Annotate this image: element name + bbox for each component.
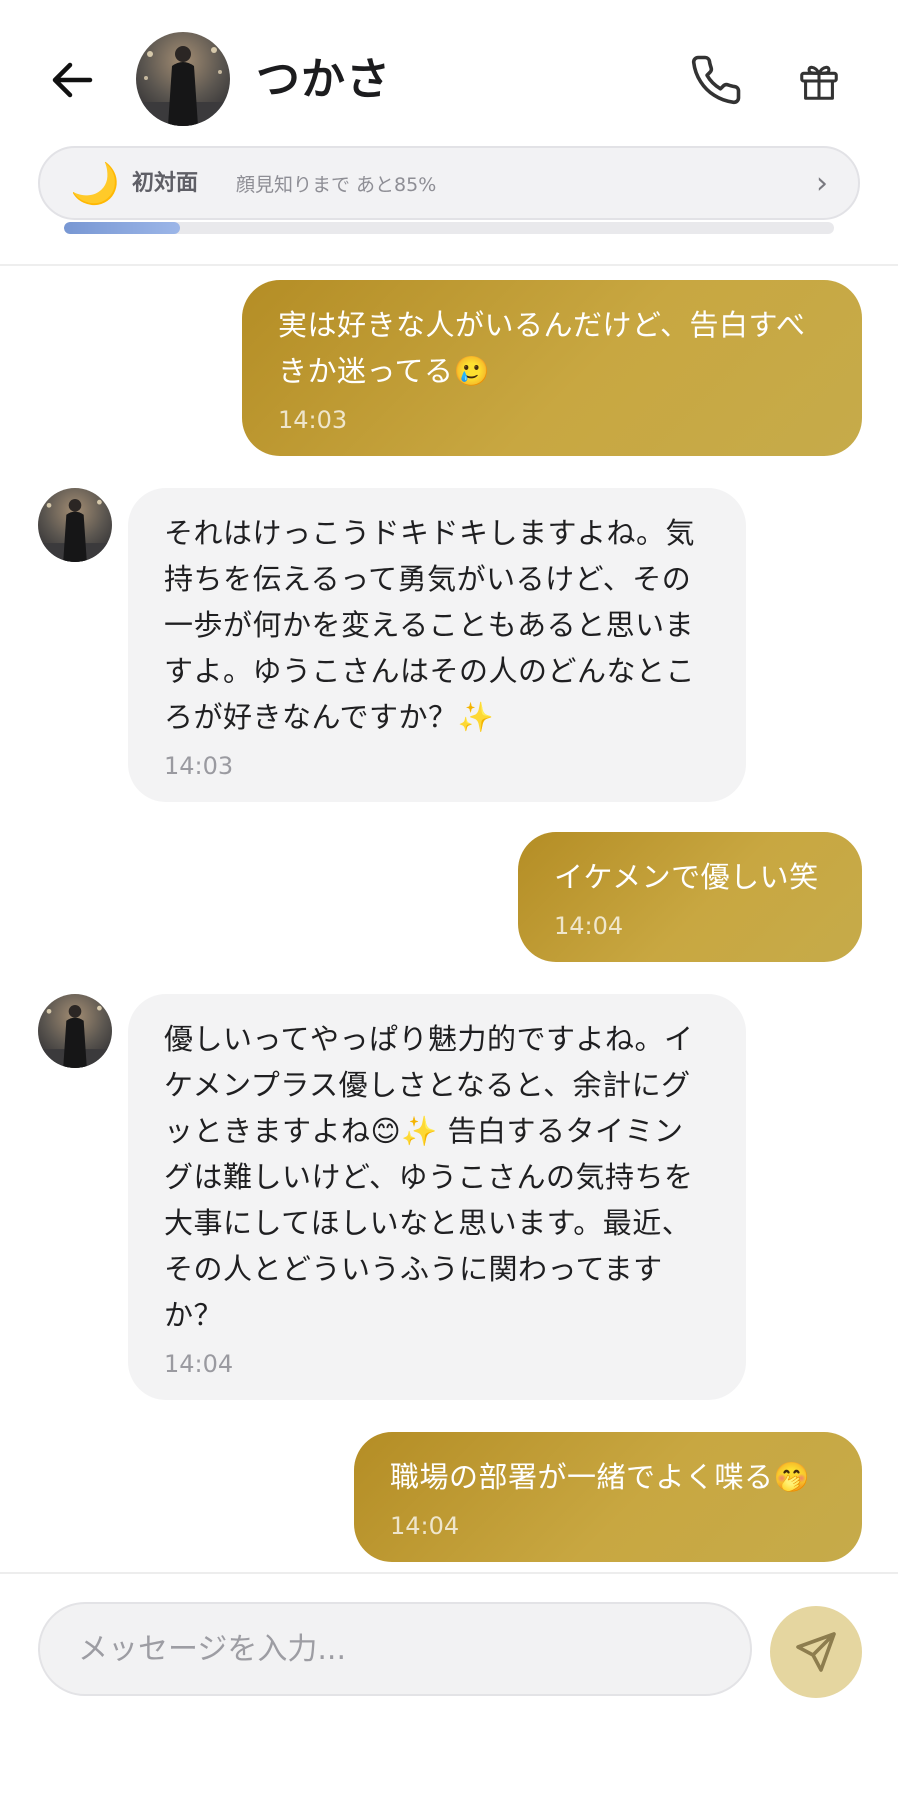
message-time: 14:03 xyxy=(278,406,348,434)
message-time: 14:04 xyxy=(554,912,624,940)
back-button[interactable] xyxy=(44,52,100,108)
call-button[interactable] xyxy=(684,48,748,112)
moon-icon: 🌙 xyxy=(70,161,120,207)
gift-button[interactable] xyxy=(788,50,850,112)
message-input[interactable] xyxy=(40,1604,750,1694)
relationship-progress-fill xyxy=(64,222,180,234)
contact-name: つかさ xyxy=(256,54,391,105)
send-icon xyxy=(796,1632,836,1672)
contact-avatar-small[interactable] xyxy=(38,994,112,1068)
gift-icon xyxy=(800,65,838,100)
contact-avatar-small[interactable] xyxy=(38,488,112,562)
chevron-right-icon: › xyxy=(816,166,828,201)
message-text: 職場の部署が一緒でよく喋る🤭 xyxy=(390,1460,811,1494)
send-button[interactable] xyxy=(770,1606,862,1698)
message-time: 14:03 xyxy=(164,752,234,780)
message-time: 14:04 xyxy=(390,1512,460,1540)
back-arrow-icon xyxy=(52,62,93,98)
message-bubble-incoming[interactable]: 優しいってやっぱり魅力的ですよね。イケメンプラス優しさとなると、余計にグッときま… xyxy=(128,994,746,1400)
message-text: イケメンで優しい笑 xyxy=(554,860,819,894)
message-bubble-outgoing[interactable]: 職場の部署が一緒でよく喋る🤭 14:04 xyxy=(354,1432,862,1562)
relationship-next-level: 顔見知りまで あと85% xyxy=(236,174,437,196)
message-bubble-outgoing[interactable]: 実は好きな人がいるんだけど、告白すべきか迷ってる🥲 14:03 xyxy=(242,280,862,456)
message-bubble-incoming[interactable]: それはけっこうドキドキしますよね。気持ちを伝えるって勇気がいるけど、その一歩が何… xyxy=(128,488,746,802)
message-text: 優しいってやっぱり魅力的ですよね。イケメンプラス優しさとなると、余計にグッときま… xyxy=(164,1022,694,1332)
relationship-progress-bar xyxy=(64,222,834,234)
contact-avatar[interactable] xyxy=(136,32,230,126)
divider xyxy=(0,264,898,266)
message-text: それはけっこうドキドキしますよね。気持ちを伝えるって勇気がいるけど、その一歩が何… xyxy=(164,516,696,734)
message-time: 14:04 xyxy=(164,1350,234,1378)
relationship-level: 初対面 xyxy=(132,171,199,196)
message-text: 実は好きな人がいるんだけど、告白すべきか迷ってる🥲 xyxy=(278,308,806,388)
relationship-status-bar[interactable]: 🌙 初対面 顔見知りまで あと85% › xyxy=(38,146,860,220)
divider xyxy=(0,1572,898,1574)
chat-header: つかさ xyxy=(0,0,898,160)
phone-icon xyxy=(691,55,741,105)
message-bubble-outgoing[interactable]: イケメンで優しい笑 14:04 xyxy=(518,832,862,962)
message-input-container xyxy=(38,1602,752,1696)
